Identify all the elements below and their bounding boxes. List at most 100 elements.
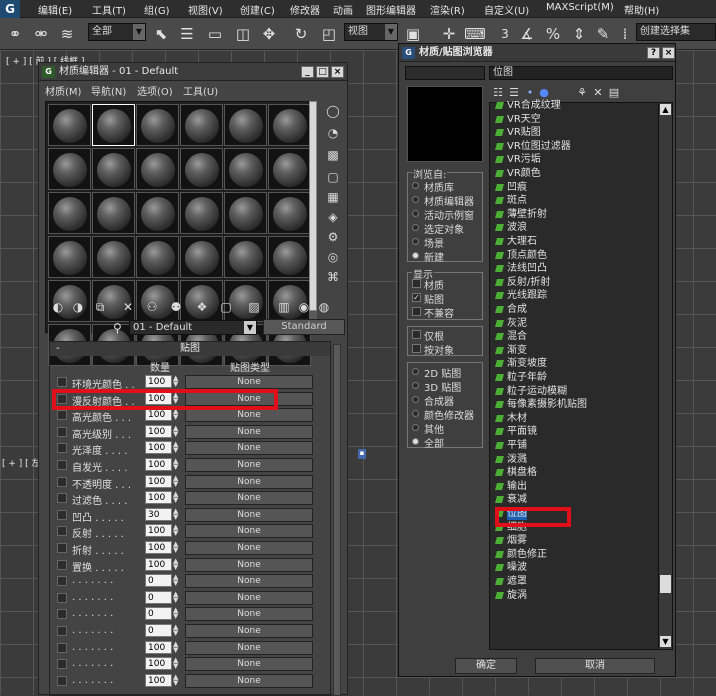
spinner-icon[interactable]: ▲ ▼ bbox=[173, 557, 180, 571]
radio-label[interactable]: 活动示例窗 bbox=[424, 207, 474, 222]
maps-rollout-header[interactable]: - 贴图 bbox=[50, 342, 330, 356]
angle-snap-icon[interactable]: ∡ bbox=[516, 23, 538, 45]
menu-group[interactable]: 组(G) bbox=[144, 2, 170, 17]
map-slot-button[interactable]: None bbox=[185, 507, 313, 522]
move-icon[interactable]: ✥ bbox=[258, 23, 280, 45]
spinner-icon[interactable]: ▲ ▼ bbox=[173, 657, 180, 670]
map-amount-field[interactable]: 100 bbox=[145, 673, 172, 687]
map-amount-field[interactable]: 100 bbox=[145, 474, 172, 488]
make-preview-icon[interactable]: ◈ bbox=[325, 209, 341, 225]
map-amount-field[interactable]: 0 bbox=[145, 574, 172, 588]
menu-maxscript[interactable]: MAXScript(M) bbox=[546, 2, 614, 13]
checkbox[interactable] bbox=[412, 279, 421, 288]
radio-button[interactable] bbox=[412, 252, 419, 259]
map-enable-checkbox[interactable] bbox=[57, 509, 67, 520]
sample-slot[interactable] bbox=[92, 104, 135, 146]
edit-named-selection-icon[interactable]: ✎ bbox=[592, 23, 614, 45]
pivot-icon[interactable]: ▣ bbox=[402, 23, 424, 45]
checkbox[interactable]: ✓ bbox=[412, 293, 421, 302]
map-amount-field[interactable]: 100 bbox=[145, 657, 172, 671]
map-name-field[interactable] bbox=[405, 66, 485, 80]
spinner-icon[interactable]: ▲ ▼ bbox=[173, 590, 180, 604]
map-enable-checkbox[interactable] bbox=[57, 626, 67, 636]
video-color-check-icon[interactable]: ▦ bbox=[325, 189, 341, 205]
radio-button[interactable] bbox=[412, 382, 419, 389]
percent-snap-icon[interactable]: % bbox=[542, 23, 564, 45]
scroll-up-icon[interactable]: ▲ bbox=[660, 104, 671, 115]
map-enable-checkbox[interactable] bbox=[57, 592, 67, 603]
update-scene-materials-icon[interactable]: ⚘ bbox=[575, 86, 589, 100]
sample-slot[interactable] bbox=[92, 192, 135, 234]
sample-slot[interactable] bbox=[92, 236, 135, 278]
sample-slot[interactable] bbox=[268, 236, 311, 278]
map-enable-checkbox[interactable] bbox=[57, 559, 67, 570]
map-enable-checkbox[interactable] bbox=[57, 460, 67, 470]
reference-coord-dropdown[interactable]: 视图 ▼ bbox=[344, 23, 398, 41]
bind-spacewarp-icon[interactable]: ≋ bbox=[56, 23, 78, 45]
spinner-icon[interactable]: ▲ ▼ bbox=[173, 574, 180, 587]
backlight-icon[interactable]: ◔ bbox=[325, 125, 341, 141]
ok-button[interactable]: 确定 bbox=[455, 658, 517, 674]
scroll-down-icon[interactable]: ▼ bbox=[660, 636, 671, 647]
map-slot-button[interactable]: None bbox=[185, 408, 313, 423]
radio-button[interactable] bbox=[412, 182, 419, 189]
material-id-icon[interactable]: ▢ bbox=[217, 298, 235, 316]
radio-label[interactable]: 全部 bbox=[424, 435, 444, 450]
sample-slot[interactable] bbox=[48, 192, 91, 234]
background-icon[interactable]: ▩ bbox=[325, 147, 341, 163]
radio-button[interactable] bbox=[412, 224, 419, 231]
scroll-thumb[interactable] bbox=[309, 101, 317, 311]
radio-button[interactable] bbox=[412, 368, 419, 375]
menu-navigation[interactable]: 导航(N) bbox=[91, 83, 126, 98]
map-slot-button[interactable]: None bbox=[185, 424, 313, 439]
select-object-icon[interactable]: ⬉ bbox=[150, 23, 172, 45]
map-amount-field[interactable]: 100 bbox=[145, 408, 172, 422]
map-amount-field[interactable]: 100 bbox=[145, 424, 172, 438]
material-name-dropdown[interactable]: 01 - Default ▼ bbox=[129, 320, 257, 335]
sample-slot[interactable] bbox=[136, 148, 179, 190]
radio-label[interactable]: 材质库 bbox=[424, 179, 454, 194]
scale-icon[interactable]: ◰ bbox=[318, 23, 340, 45]
menu-customize[interactable]: 自定义(U) bbox=[484, 2, 529, 17]
menu-graph-editors[interactable]: 图形编辑器 bbox=[366, 2, 416, 17]
menu-utilities[interactable]: 工具(U) bbox=[183, 83, 218, 98]
eyedropper-icon[interactable]: ⚲ bbox=[113, 321, 122, 335]
material-editor-titlebar[interactable]: G 材质编辑器 - 01 - Default _ □ × bbox=[39, 63, 347, 81]
map-slot-button[interactable]: None bbox=[185, 590, 313, 605]
rotate-icon[interactable]: ↻ bbox=[290, 23, 312, 45]
select-by-name-icon[interactable]: ☰ bbox=[176, 23, 198, 45]
radio-label[interactable]: 3D 贴图 bbox=[424, 379, 461, 394]
minimize-button[interactable]: _ bbox=[301, 66, 314, 78]
map-amount-field[interactable]: 100 bbox=[145, 541, 172, 554]
spinner-icon[interactable]: ▲ ▼ bbox=[173, 491, 180, 504]
radio-button[interactable] bbox=[412, 410, 419, 417]
map-list-scrollbar[interactable]: ▲ ▼ bbox=[658, 103, 672, 649]
put-to-library-icon[interactable]: ❖ bbox=[193, 298, 211, 316]
map-enable-checkbox[interactable] bbox=[57, 659, 67, 670]
checkbox-label[interactable]: 按对象 bbox=[424, 342, 454, 357]
show-map-icon[interactable]: ▨ bbox=[245, 298, 263, 316]
map-amount-field[interactable]: 100 bbox=[145, 458, 172, 471]
close-button[interactable]: × bbox=[331, 66, 344, 78]
menu-tools[interactable]: 工具(T) bbox=[92, 2, 126, 17]
map-amount-field[interactable]: 100 bbox=[145, 640, 172, 654]
get-material-icon[interactable]: ◐ bbox=[49, 298, 67, 316]
app-logo-icon[interactable]: G bbox=[0, 0, 20, 18]
map-slot-button[interactable]: None bbox=[185, 657, 313, 672]
spinner-icon[interactable]: ▲ ▼ bbox=[173, 424, 180, 438]
menu-modifiers[interactable]: 修改器 bbox=[290, 2, 320, 17]
menu-help[interactable]: 帮助(H) bbox=[624, 2, 659, 17]
spinner-icon[interactable]: ▲ ▼ bbox=[173, 673, 180, 687]
sample-type-icon[interactable]: ◯ bbox=[325, 103, 341, 119]
uv-tiling-icon[interactable]: ▢ bbox=[325, 169, 341, 185]
checkbox-label[interactable]: 材质 bbox=[424, 277, 444, 292]
menu-options[interactable]: 选项(O) bbox=[137, 83, 173, 98]
sample-slot[interactable] bbox=[48, 148, 91, 190]
checkbox[interactable] bbox=[412, 307, 421, 316]
select-by-material-icon[interactable]: ◎ bbox=[325, 249, 341, 265]
view-small-icons-icon[interactable]: • bbox=[523, 86, 537, 100]
checkbox-label[interactable]: 仅根 bbox=[424, 328, 444, 343]
map-amount-field[interactable]: 0 bbox=[145, 624, 172, 637]
maximize-button[interactable]: □ bbox=[316, 66, 329, 78]
menu-create[interactable]: 创建(C) bbox=[240, 2, 275, 17]
